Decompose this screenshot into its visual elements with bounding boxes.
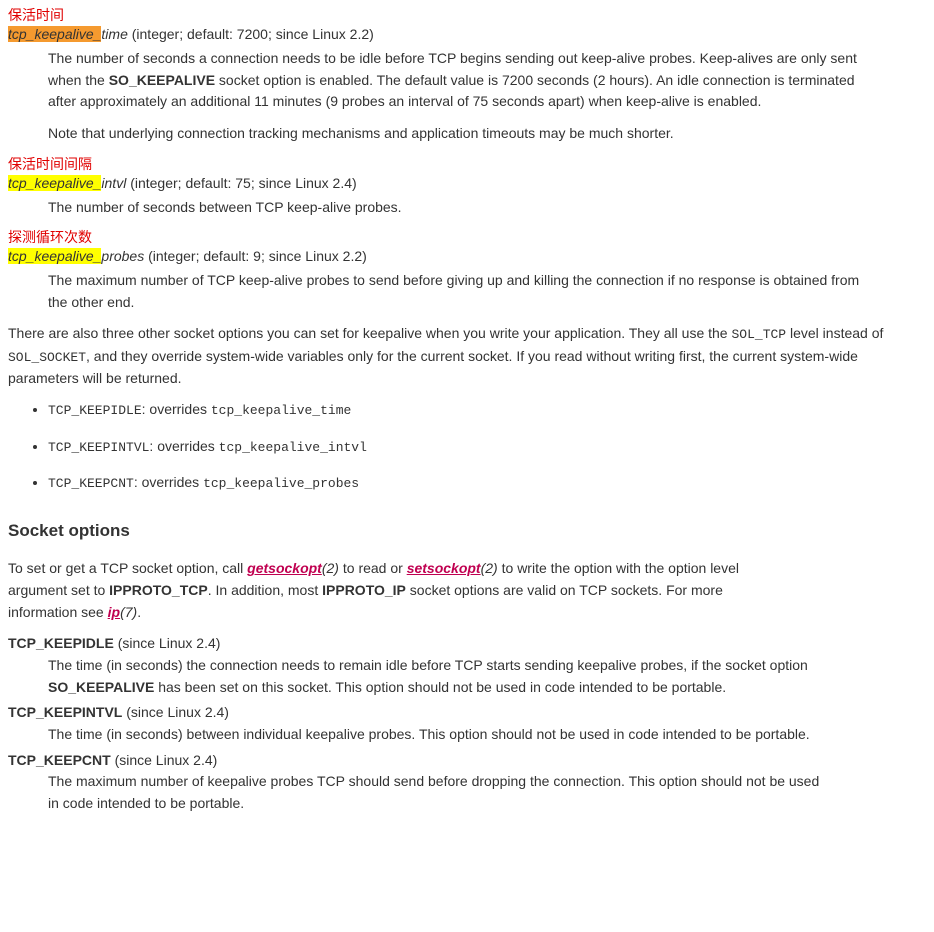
param-meta: (integer; default: 9; since Linux 2.2)	[144, 248, 367, 264]
param-prefix: tcp_keepalive_	[8, 26, 101, 42]
opt-since: (since Linux 2.4)	[122, 704, 229, 720]
opt-keepcnt-desc: The maximum number of keepalive probes T…	[48, 771, 828, 814]
override-item-keepcnt: TCP_KEEPCNT: overrides tcp_keepalive_pro…	[48, 472, 926, 494]
sol-socket-label: SOL_SOCKET	[8, 350, 86, 365]
ipproto-tcp-label: IPPROTO_TCP	[109, 582, 208, 598]
override-target: tcp_keepalive_time	[211, 403, 351, 418]
text: has been set on this socket. This option…	[154, 679, 726, 695]
override-target: tcp_keepalive_intvl	[219, 440, 367, 455]
text: . In addition, most	[208, 582, 322, 598]
override-verb: : overrides	[149, 438, 218, 454]
opt-name: TCP_KEEPCNT	[8, 752, 111, 768]
override-item-keepintvl: TCP_KEEPINTVL: overrides tcp_keepalive_i…	[48, 436, 926, 458]
override-verb: : overrides	[142, 401, 211, 417]
override-opt: TCP_KEEPIDLE	[48, 403, 142, 418]
text: to read or	[339, 560, 407, 576]
param-keepalive-intvl-desc: The number of seconds between TCP keep-a…	[48, 197, 868, 219]
annotation-keepalive-time: 保活时间	[8, 6, 926, 24]
annotation-keepalive-probes: 探测循环次数	[8, 228, 926, 246]
opt-since: (since Linux 2.4)	[111, 752, 218, 768]
so-keepalive-label: SO_KEEPALIVE	[48, 679, 154, 695]
override-list: TCP_KEEPIDLE: overrides tcp_keepalive_ti…	[8, 399, 926, 493]
text: level instead of	[786, 325, 883, 341]
param-meta: (integer; default: 75; since Linux 2.4)	[126, 175, 356, 191]
opt-keepcnt-term: TCP_KEEPCNT (since Linux 2.4)	[8, 750, 926, 772]
opt-name: TCP_KEEPIDLE	[8, 635, 114, 651]
opt-keepintvl-term: TCP_KEEPINTVL (since Linux 2.4)	[8, 702, 926, 724]
param-keepalive-intvl-header: tcp_keepalive_intvl (integer; default: 7…	[8, 173, 926, 195]
ip-link[interactable]: ip	[108, 604, 120, 620]
opt-keepintvl-desc: The time (in seconds) between individual…	[48, 724, 828, 746]
socket-options-intro: There are also three other socket option…	[8, 323, 926, 389]
override-opt: TCP_KEEPCNT	[48, 476, 134, 491]
ipproto-ip-label: IPPROTO_IP	[322, 582, 406, 598]
annotation-keepalive-intvl: 保活时间间隔	[8, 155, 926, 173]
opt-keepidle-term: TCP_KEEPIDLE (since Linux 2.4)	[8, 633, 926, 655]
text: To set or get a TCP socket option, call	[8, 560, 247, 576]
param-keepalive-time-desc: The number of seconds a connection needs…	[48, 48, 868, 113]
override-target: tcp_keepalive_probes	[203, 476, 359, 491]
section-socket-options: Socket options	[8, 518, 926, 544]
opt-keepidle-desc: The time (in seconds) the connection nee…	[48, 655, 828, 698]
manref: (2)	[322, 560, 339, 576]
override-item-keepidle: TCP_KEEPIDLE: overrides tcp_keepalive_ti…	[48, 399, 926, 421]
param-prefix: tcp_keepalive_	[8, 248, 101, 264]
param-suffix: intvl	[101, 175, 126, 191]
param-keepalive-time-header: tcp_keepalive_time (integer; default: 72…	[8, 24, 926, 46]
sol-tcp-label: SOL_TCP	[731, 327, 786, 342]
param-suffix: time	[101, 26, 127, 42]
param-keepalive-probes-desc: The maximum number of TCP keep-alive pro…	[48, 270, 868, 313]
text: , and they override system-wide variable…	[8, 348, 858, 386]
getsockopt-link[interactable]: getsockopt	[247, 560, 322, 576]
text: The time (in seconds) the connection nee…	[48, 657, 808, 673]
opt-name: TCP_KEEPINTVL	[8, 704, 122, 720]
text: .	[137, 604, 141, 620]
text: There are also three other socket option…	[8, 325, 731, 341]
so-keepalive-label: SO_KEEPALIVE	[109, 72, 215, 88]
param-keepalive-probes-header: tcp_keepalive_probes (integer; default: …	[8, 246, 926, 268]
param-meta: (integer; default: 7200; since Linux 2.2…	[128, 26, 374, 42]
manref: (2)	[481, 560, 498, 576]
setsockopt-link[interactable]: setsockopt	[407, 560, 481, 576]
param-keepalive-time-note: Note that underlying connection tracking…	[48, 123, 868, 145]
opt-since: (since Linux 2.4)	[114, 635, 221, 651]
manref: (7)	[120, 604, 137, 620]
param-prefix: tcp_keepalive_	[8, 175, 101, 191]
override-opt: TCP_KEEPINTVL	[48, 440, 149, 455]
sockopt-intro-paragraph: To set or get a TCP socket option, call …	[8, 558, 788, 623]
param-suffix: probes	[101, 248, 144, 264]
override-verb: : overrides	[134, 474, 203, 490]
